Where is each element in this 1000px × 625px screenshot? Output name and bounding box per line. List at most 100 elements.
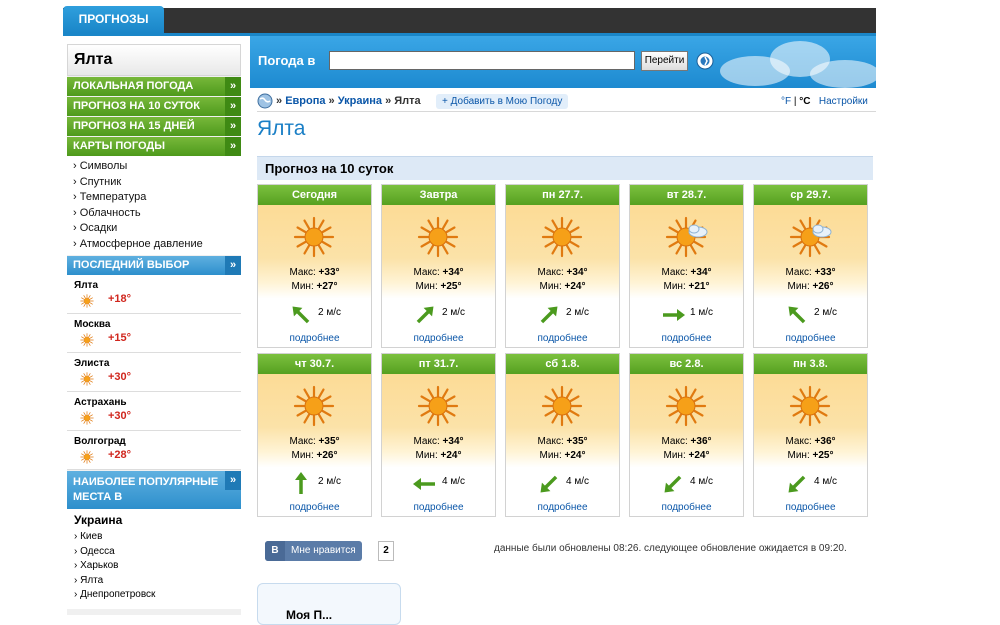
like-count: 2	[378, 541, 394, 561]
forecast-min-value: +25°	[440, 281, 462, 292]
forecast-details-link[interactable]: подробнее	[630, 502, 743, 513]
forecast-max-prefix: Макс:	[413, 436, 440, 447]
sun-cloud-icon	[665, 216, 708, 258]
forecast-section-title: Прогноз на 10 суток	[257, 156, 873, 180]
recent-city-item[interactable]: Москва +15°	[67, 314, 241, 353]
unit-fahrenheit-link[interactable]: °F	[781, 96, 791, 107]
popular-place-link[interactable]: › Одесса	[74, 545, 241, 560]
sidebar-map-link-label: Атмосферное давление	[79, 237, 203, 250]
forecast-details-link[interactable]: подробнее	[506, 333, 619, 344]
my-weather-box[interactable]: Моя П...	[257, 583, 401, 625]
forecast-max-prefix: Макс:	[785, 436, 812, 447]
forecast-min-prefix: Мин:	[415, 450, 438, 461]
forecast-day-name: вт 28.7.	[630, 185, 743, 205]
forecast-details-link[interactable]: подробнее	[382, 333, 495, 344]
recent-city-item[interactable]: Элиста +30°	[67, 353, 241, 392]
forecast-min-value: +25°	[812, 450, 834, 461]
sidebar-popular-header[interactable]: НАИБОЛЕЕ ПОПУЛЯРНЫЕ МЕСТА В »	[67, 471, 241, 509]
search-input[interactable]	[329, 51, 635, 70]
chevron-right-icon[interactable]: »	[225, 137, 241, 156]
forecast-max-value: +34°	[442, 436, 464, 447]
sidebar-nav-item[interactable]: КАРТЫ ПОГОДЫ »	[67, 137, 241, 156]
sidebar-recent-header[interactable]: ПОСЛЕДНИЙ ВЫБОР »	[67, 256, 241, 275]
forecast-max-prefix: Макс:	[661, 267, 688, 278]
sun-icon	[80, 333, 94, 347]
forecast-details-link[interactable]: подробнее	[630, 333, 743, 344]
forecast-day-card: пн 3.8. Макс: +36° Мин: +25° 4 м/с подробнее	[753, 353, 868, 517]
forecast-details-link[interactable]: подробнее	[382, 502, 495, 513]
recent-city-item[interactable]: Астрахань +30°	[67, 392, 241, 431]
forecast-max-value: +33°	[318, 267, 340, 278]
sidebar-nav-item[interactable]: ЛОКАЛЬНАЯ ПОГОДА »	[67, 77, 241, 96]
forecast-day-name: пт 31.7.	[382, 354, 495, 374]
recent-city-item[interactable]: Волгоград +28°	[67, 431, 241, 470]
forecast-max-prefix: Макс:	[537, 436, 564, 447]
popular-place-link[interactable]: › Днепропетровск	[74, 588, 241, 603]
breadcrumb-ukraine[interactable]: Украина	[338, 95, 382, 107]
cloud-decoration	[810, 60, 876, 88]
forecast-day-name: вс 2.8.	[630, 354, 743, 374]
forecast-day-name: ср 29.7.	[754, 185, 867, 205]
forecast-wind-speed: 4 м/с	[690, 476, 713, 487]
breadcrumb-europe[interactable]: Европа	[285, 95, 325, 107]
forecast-max-prefix: Макс:	[537, 267, 564, 278]
popular-place-link[interactable]: › Харьков	[74, 559, 241, 574]
chevron-right-icon[interactable]: »	[225, 77, 241, 96]
tab-forecasts[interactable]: ПРОГНОЗЫ	[63, 6, 164, 33]
forecast-max: Макс: +34°	[382, 267, 495, 278]
forecast-min-value: +26°	[812, 281, 834, 292]
forecast-max: Макс: +36°	[754, 436, 867, 447]
forecast-min: Мин: +25°	[382, 281, 495, 292]
recent-city-name: Астрахань	[74, 397, 127, 408]
chevron-right-icon[interactable]: »	[225, 97, 241, 116]
forecast-max-value: +35°	[318, 436, 340, 447]
locate-icon[interactable]	[696, 52, 714, 70]
recent-city-name: Москва	[74, 319, 111, 330]
forecast-max: Макс: +35°	[258, 436, 371, 447]
like-label: Мне нравится	[291, 545, 356, 556]
add-to-my-weather-button[interactable]: + Добавить в Мою Погоду	[436, 94, 569, 109]
sun-cloud-icon	[789, 216, 832, 258]
forecast-details-link[interactable]: подробнее	[754, 333, 867, 344]
forecast-min: Мин: +26°	[754, 281, 867, 292]
sidebar-map-link[interactable]: › Символы	[73, 159, 241, 175]
forecast-details-link[interactable]: подробнее	[258, 333, 371, 344]
sidebar-nav-item[interactable]: ПРОГНОЗ НА 15 ДНЕЙ »	[67, 117, 241, 136]
sidebar-map-link[interactable]: › Спутник	[73, 175, 241, 191]
go-button[interactable]: Перейти	[641, 51, 688, 71]
chevron-right-icon[interactable]: »	[225, 117, 241, 136]
forecast-max: Макс: +33°	[258, 267, 371, 278]
sidebar-map-link[interactable]: › Осадки	[73, 221, 241, 237]
sidebar-map-link-label: Облачность	[79, 206, 141, 219]
forecast-min-prefix: Мин:	[539, 450, 562, 461]
sidebar-map-link[interactable]: › Температура	[73, 190, 241, 206]
sidebar-map-link-label: Символы	[79, 160, 128, 172]
search-band: Погода в Перейти	[250, 36, 876, 88]
update-status: данные были обновлены 08:26. следующее о…	[494, 543, 847, 554]
forecast-details-link[interactable]: подробнее	[754, 502, 867, 513]
sidebar-nav-item[interactable]: ПРОГНОЗ НА 10 СУТОК »	[67, 97, 241, 116]
chevron-down-icon[interactable]: »	[225, 471, 241, 490]
forecast-max-value: +35°	[566, 436, 588, 447]
popular-place-label: Одесса	[80, 545, 115, 557]
recent-city-name: Волгоград	[74, 436, 126, 447]
vk-like-button[interactable]: В Мне нравится	[265, 541, 362, 561]
forecast-min-value: +24°	[688, 450, 710, 461]
forecast-min: Мин: +26°	[258, 450, 371, 461]
forecast-min-value: +27°	[316, 281, 338, 292]
settings-link[interactable]: Настройки	[819, 96, 868, 107]
popular-place-label: Харьков	[80, 560, 119, 572]
popular-place-link[interactable]: › Ялта	[74, 574, 241, 589]
forecast-details-link[interactable]: подробнее	[258, 502, 371, 513]
sidebar-map-link[interactable]: › Облачность	[73, 206, 241, 222]
sidebar-map-link[interactable]: › Атмосферное давление	[73, 237, 241, 253]
popular-place-link[interactable]: › Киев	[74, 530, 241, 545]
sun-icon	[80, 450, 94, 464]
chevron-down-icon[interactable]: »	[225, 256, 241, 275]
wind-arrow-icon	[416, 306, 434, 324]
recent-city-temp: +28°	[108, 449, 132, 461]
recent-city-item[interactable]: Ялта +18°	[67, 275, 241, 314]
wind-arrow-icon	[664, 475, 682, 493]
forecast-details-link[interactable]: подробнее	[506, 502, 619, 513]
forecast-min-prefix: Мин:	[787, 281, 810, 292]
